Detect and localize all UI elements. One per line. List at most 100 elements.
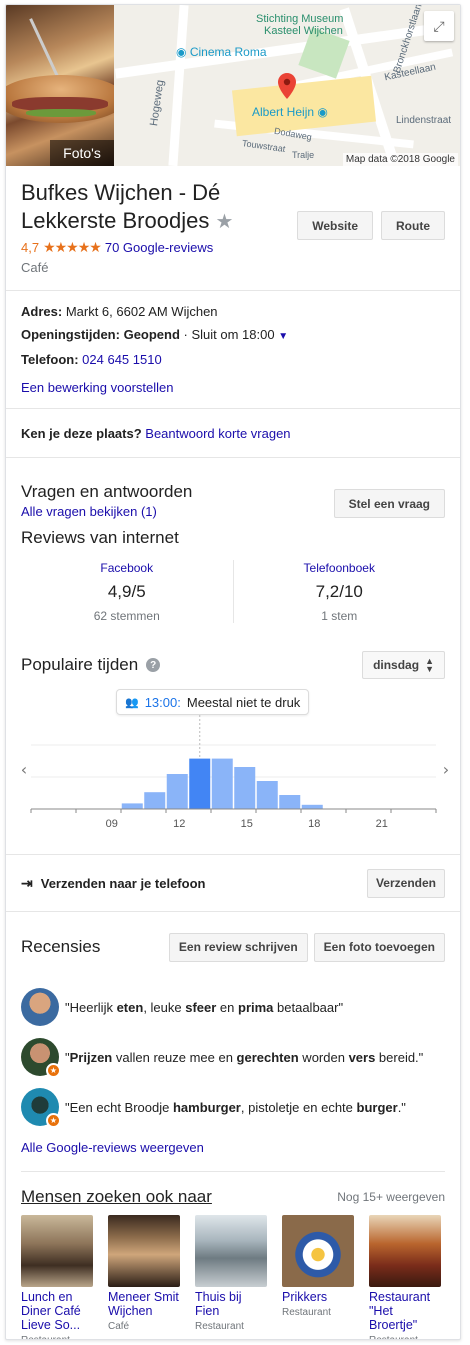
hours-label: Openingstijden: [21, 327, 120, 342]
route-button[interactable]: Route [381, 211, 445, 240]
related-place-card[interactable]: Thuis bij Fien Restaurant [195, 1215, 267, 1339]
place-category: Café [21, 260, 49, 275]
tooltip-time: 13:00: [144, 694, 181, 710]
people-also-search-title[interactable]: Mensen zoeken ook naar [21, 1187, 212, 1207]
x-tick-label: 18 [308, 818, 320, 830]
chart-bar[interactable] [144, 792, 166, 809]
related-place-name[interactable]: Thuis bij Fien [195, 1290, 267, 1318]
review-snippet[interactable]: ★ "Een echt Broodje hamburger, pistoletj… [21, 1082, 445, 1132]
related-place-card[interactable]: Lunch en Diner Café Lieve So... Restaura… [21, 1215, 93, 1339]
sort-arrows-icon: ▲ ▼ [425, 656, 434, 674]
review-votes: 62 stemmen [93, 609, 160, 623]
shopping-icon: ◉ [317, 105, 328, 119]
send-to-phone-label: Verzenden naar je telefoon [40, 875, 206, 891]
map-label: Hogeweg [148, 79, 167, 127]
send-to-phone-icon: ⇥ [21, 874, 33, 891]
reviews-section: Recensies Een review schrijven Een foto … [6, 912, 460, 1155]
review-snippet[interactable]: "Heerlijk eten, leuke sfeer en prima bet… [21, 982, 445, 1032]
review-text: "Een echt Broodje hamburger, pistoletje … [65, 1099, 406, 1115]
map-poi: Albert Heijn ◉ [252, 105, 328, 119]
chart-bar[interactable] [256, 781, 278, 809]
related-place-type: Restaurant [282, 1307, 331, 1318]
send-button[interactable]: Verzenden [366, 868, 445, 898]
related-place-card[interactable]: Restaurant "Het Broertje" Restaurant [369, 1215, 441, 1339]
rating-value: 4,7 [21, 240, 40, 255]
map-copyright: Map data ©2018 Google [342, 153, 458, 166]
address-value[interactable]: Markt 6, 6602 AM Wijchen [66, 304, 218, 319]
location-pin-icon [278, 73, 296, 99]
hours-row[interactable]: Openingstijden: Geopend · Sluit om 18:00… [21, 323, 445, 348]
map[interactable]: Stichting Museum Kasteel Wijchen ◉ Cinem… [114, 5, 460, 166]
related-place-card[interactable]: Meneer Smit Wijchen Café [108, 1215, 180, 1339]
review-source[interactable]: Telefoonboek [304, 561, 375, 575]
review-text: "Heerlijk eten, leuke sfeer en prima bet… [65, 999, 344, 1015]
phone-row: Telefoon: 024 645 1510 [21, 348, 445, 371]
chart-bar[interactable] [121, 803, 143, 809]
know-this-place: Ken je deze plaats? Beantwoord korte vra… [6, 409, 460, 458]
photo-thumbnail[interactable]: Foto's [6, 5, 114, 166]
action-buttons: Website Route [297, 211, 445, 240]
place-thumbnail[interactable] [282, 1215, 354, 1287]
map-label: Kasteel Wijchen [264, 25, 343, 37]
website-button[interactable]: Website [297, 211, 373, 240]
related-place-name[interactable]: Meneer Smit Wijchen [108, 1290, 180, 1318]
review-text: "Prijzen vallen reuze mee en gerechten w… [65, 1049, 424, 1065]
chart-bar[interactable] [166, 774, 188, 809]
x-tick-label: 15 [241, 818, 253, 830]
help-icon[interactable]: ? [146, 658, 161, 672]
avatar [21, 988, 59, 1026]
web-reviews-title: Reviews van internet [21, 528, 179, 547]
ask-question-button[interactable]: Stel een vraag [333, 489, 445, 518]
popular-times-chart[interactable]: 09 12 15 18 21 ‹ › [6, 715, 461, 835]
map-poi: ◉ Cinema Roma [176, 45, 267, 59]
answer-questions-link[interactable]: Beantwoord korte vragen [145, 426, 290, 441]
qa-section: Vragen en antwoorden Alle vragen bekijke… [6, 458, 460, 528]
related-place-name[interactable]: Lunch en Diner Café Lieve So... [21, 1290, 93, 1332]
related-place-name[interactable]: Restaurant "Het Broertje" [369, 1290, 441, 1332]
web-reviews-section: Reviews van internet Facebook 4,9/5 62 s… [6, 528, 460, 650]
place-thumbnail[interactable] [195, 1215, 267, 1287]
related-place-card[interactable]: Prikkers Restaurant [282, 1215, 354, 1339]
related-place-name[interactable]: Prikkers [282, 1290, 354, 1304]
avatar: ★ [21, 1088, 61, 1128]
map-label: Cinema Roma [189, 45, 267, 59]
cinema-icon: ◉ [176, 45, 187, 59]
popular-times-tooltip: 👥 13:00: Meestal niet te druk [116, 689, 310, 715]
map-label: Lindenstraat [396, 115, 452, 126]
chart-bar[interactable] [211, 758, 233, 809]
reviews-link[interactable]: 70 Google-reviews [105, 240, 213, 255]
write-review-button[interactable]: Een review schrijven [168, 932, 308, 962]
phone-link[interactable]: 024 645 1510 [82, 352, 162, 367]
chevron-right-icon[interactable]: › [443, 760, 449, 779]
dropdown-arrow-icon[interactable]: ▼ [278, 331, 288, 342]
review-source[interactable]: Facebook [100, 561, 153, 575]
address-row: Adres: Markt 6, 6602 AM Wijchen [21, 300, 445, 323]
address-label: Adres: [21, 304, 63, 319]
chevron-left-icon[interactable]: ‹ [21, 760, 27, 779]
related-place-type: Restaurant [369, 1335, 441, 1339]
review-snippet[interactable]: ★ "Prijzen vallen reuze mee en gerechten… [21, 1032, 445, 1082]
add-photo-button[interactable]: Een foto toevoegen [313, 932, 445, 962]
web-review-telefoonboek[interactable]: Telefoonboek 7,2/10 1 stem [232, 560, 446, 623]
view-more-link[interactable]: Nog 15+ weergeven [337, 1190, 445, 1204]
x-tick-label: 21 [376, 818, 388, 830]
review-score: 7,2/10 [315, 582, 363, 601]
suggest-edit-link[interactable]: Een bewerking voorstellen [21, 380, 173, 395]
chart-bar[interactable] [234, 767, 256, 809]
related-place-type: Restaurant [195, 1321, 244, 1332]
place-thumbnail[interactable] [108, 1215, 180, 1287]
map-label: Stichting Museum [256, 13, 344, 25]
photos-label[interactable]: Foto's [50, 140, 114, 166]
day-select[interactable]: dinsdag ▲ ▼ [362, 651, 445, 679]
expand-map-button[interactable]: ⤢ [424, 11, 454, 41]
all-reviews-link[interactable]: Alle Google-reviews weergeven [21, 1140, 204, 1155]
popular-times-title: Populaire tijden [21, 655, 139, 674]
chart-bar[interactable] [189, 758, 211, 809]
place-thumbnail[interactable] [369, 1215, 441, 1287]
chart-bar[interactable] [279, 795, 301, 809]
save-star-icon[interactable]: ★ [215, 211, 233, 233]
chart-bar[interactable] [301, 804, 323, 809]
place-thumbnail[interactable] [21, 1215, 93, 1287]
knowledge-panel: Foto's Stichting Museum Kasteel Wijchen … [5, 4, 461, 1340]
web-review-facebook[interactable]: Facebook 4,9/5 62 stemmen [21, 560, 233, 623]
